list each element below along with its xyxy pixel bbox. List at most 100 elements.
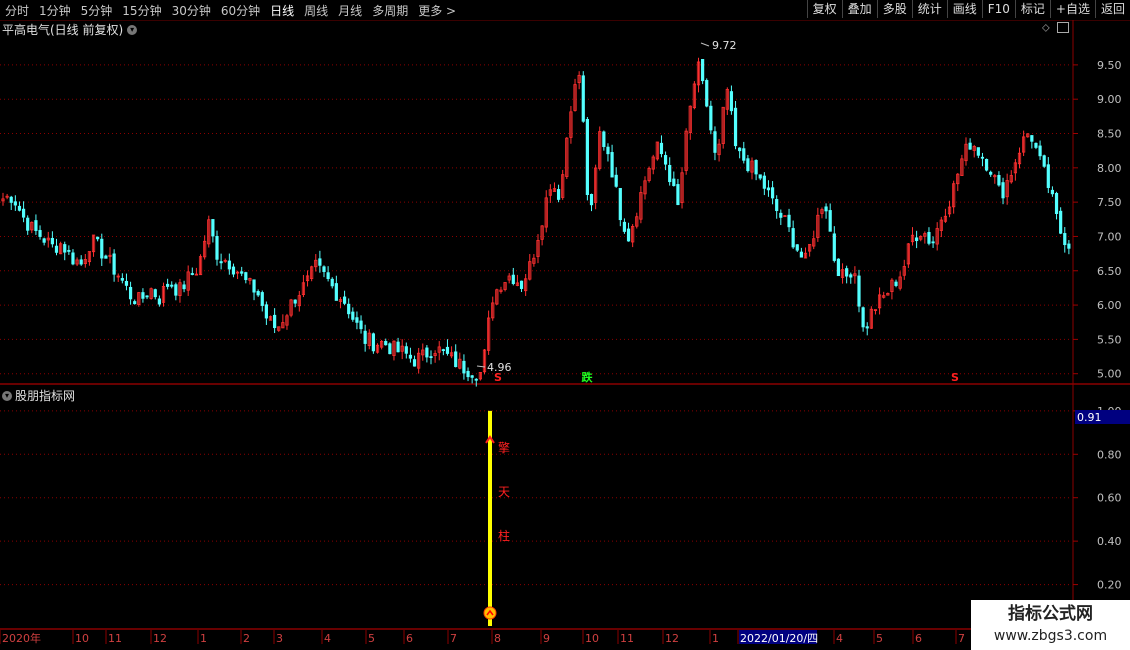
candle-body — [396, 341, 400, 353]
candle-body — [997, 175, 1001, 186]
indicator-tick-label: 0.60 — [1097, 492, 1122, 505]
candle-body — [63, 244, 67, 253]
candle-body — [668, 165, 672, 183]
candle-body — [915, 237, 919, 242]
candle-body — [38, 230, 42, 237]
signal-label: S — [494, 371, 502, 384]
candle-body — [334, 283, 338, 301]
indicator-axis: 1.000.800.600.400.200.91 — [1073, 405, 1130, 592]
date-tick-label: 12 — [665, 632, 679, 645]
candle-body — [766, 187, 771, 191]
candle-body — [322, 266, 326, 272]
signal-char-label: 擎 — [498, 440, 510, 455]
candle-body — [738, 147, 742, 152]
grid-lines — [0, 20, 1130, 650]
price-tick-label: 5.00 — [1097, 368, 1122, 381]
candle-body — [157, 298, 161, 305]
candle-body — [133, 301, 137, 305]
indicator-value-label: 0.91 — [1077, 411, 1102, 424]
watermark-url: www.zbgs3.com — [993, 628, 1108, 644]
candle-body — [96, 236, 100, 240]
chevron-down-icon[interactable]: ▾ — [127, 24, 138, 35]
panel-toggle-icon[interactable] — [1056, 22, 1069, 33]
candle-body — [659, 142, 664, 155]
indicator-plot: 擎天柱 — [483, 410, 510, 626]
diamond-icon[interactable]: ◇ — [1042, 23, 1050, 34]
candle-body — [754, 160, 758, 175]
indicator-title-text: 股朋指标网 — [15, 389, 76, 403]
candle-body — [54, 245, 59, 253]
date-tick-label: 7 — [450, 632, 457, 645]
candle-body — [466, 370, 470, 378]
candle-body — [470, 375, 474, 378]
candle-body — [318, 258, 322, 266]
date-tick-label: 5 — [368, 632, 375, 645]
candle-body — [758, 174, 762, 179]
candle-body — [836, 258, 841, 277]
candle-body — [227, 260, 231, 270]
signal-dot-icon — [483, 606, 497, 620]
candle-body — [441, 349, 445, 352]
candle-body — [791, 228, 795, 248]
candle-body — [713, 131, 717, 153]
candle-body — [326, 272, 330, 280]
candle-body — [989, 171, 993, 175]
candle-body — [729, 91, 734, 112]
candle-body — [124, 280, 129, 286]
price-tick-label: 9.50 — [1097, 59, 1122, 72]
candle-body — [219, 261, 223, 264]
candle-body — [824, 206, 828, 212]
candle-body — [626, 228, 631, 242]
chevron-down-icon[interactable]: ▾ — [2, 390, 12, 401]
candle-body — [1067, 243, 1071, 249]
high-label: 9.72 — [712, 39, 737, 52]
price-tick-label: 8.50 — [1097, 128, 1122, 141]
price-axis: 9.50 9.00 8.50 8.00 7.50 7.00 6.50 6.00 5.50 5.00 — [1073, 59, 1122, 381]
price-tick-label: 8.00 — [1097, 162, 1122, 175]
candle-body — [795, 244, 799, 251]
candle-body — [190, 273, 194, 275]
candle-body — [1030, 135, 1034, 142]
date-tick-label: 2020年 — [2, 631, 41, 645]
stock-title-text: 平高电气(日线 前复权) — [2, 23, 124, 37]
candle-body — [182, 284, 186, 290]
candle-body — [363, 330, 367, 344]
candle-body — [71, 252, 75, 265]
date-tick-label: 1 — [200, 632, 207, 645]
candle-body — [828, 210, 832, 232]
date-tick-label: 11 — [108, 632, 122, 645]
indicator-tick-label: 0.40 — [1097, 535, 1122, 548]
date-tick-label: 11 — [620, 632, 634, 645]
signal-label: S — [951, 371, 959, 384]
candle-body — [779, 212, 783, 218]
candle-body — [211, 219, 215, 237]
price-tick-label: 7.50 — [1097, 196, 1122, 209]
indicator-title[interactable]: ▾ 股朋指标网 — [2, 387, 75, 404]
candle-body — [21, 208, 26, 218]
candle-body — [589, 193, 594, 206]
candle-body — [256, 291, 260, 296]
date-tick-label: 10 — [75, 632, 89, 645]
high-marker — [700, 42, 710, 47]
candle-body — [34, 220, 38, 231]
candle-body — [13, 201, 17, 206]
candle-body — [347, 303, 351, 315]
candle-body — [462, 360, 466, 374]
signal-char-label: 天 — [498, 485, 510, 499]
candle-body — [330, 278, 334, 287]
date-tick-label: 2022/01/20/四 — [740, 632, 818, 645]
candle-body — [120, 278, 124, 281]
date-tick-label: 6 — [406, 632, 413, 645]
chart-canvas[interactable]: 9.50 9.00 8.50 8.00 7.50 7.00 6.50 6.00 5.50 5.00… — [0, 0, 1130, 650]
date-tick-label: 12 — [153, 632, 167, 645]
candle-body — [746, 158, 750, 172]
candle-body — [145, 295, 149, 298]
candle-body — [351, 311, 355, 320]
candle-body — [293, 299, 297, 304]
stock-title[interactable]: 平高电气(日线 前复权) ▾ — [2, 21, 138, 38]
candle-body — [1063, 233, 1067, 246]
candle-body — [79, 259, 83, 265]
candle-body — [511, 274, 515, 284]
candle-body — [762, 175, 766, 189]
watermark-title: 指标公式网 — [1008, 604, 1093, 624]
